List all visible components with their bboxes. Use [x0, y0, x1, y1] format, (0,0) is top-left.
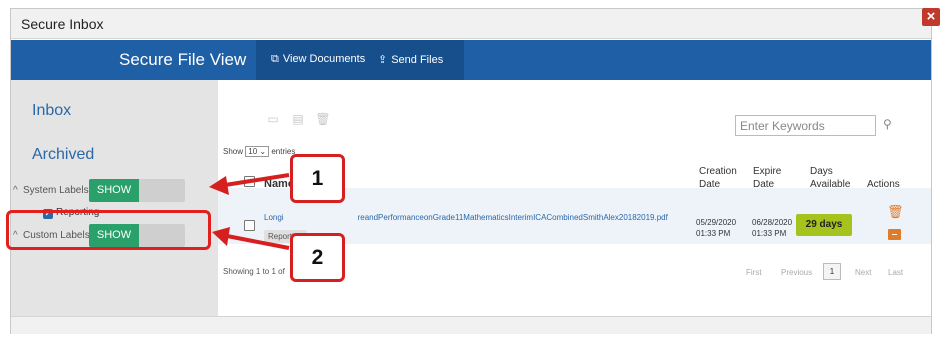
callout-arrows — [209, 173, 290, 250]
arrow-2-head — [212, 227, 230, 246]
arrow-1-line — [224, 173, 290, 187]
arrow-1-head — [209, 176, 229, 195]
callout-1: 1 — [290, 154, 345, 203]
callout-2: 2 — [290, 233, 345, 282]
arrow-2-line — [226, 234, 290, 250]
